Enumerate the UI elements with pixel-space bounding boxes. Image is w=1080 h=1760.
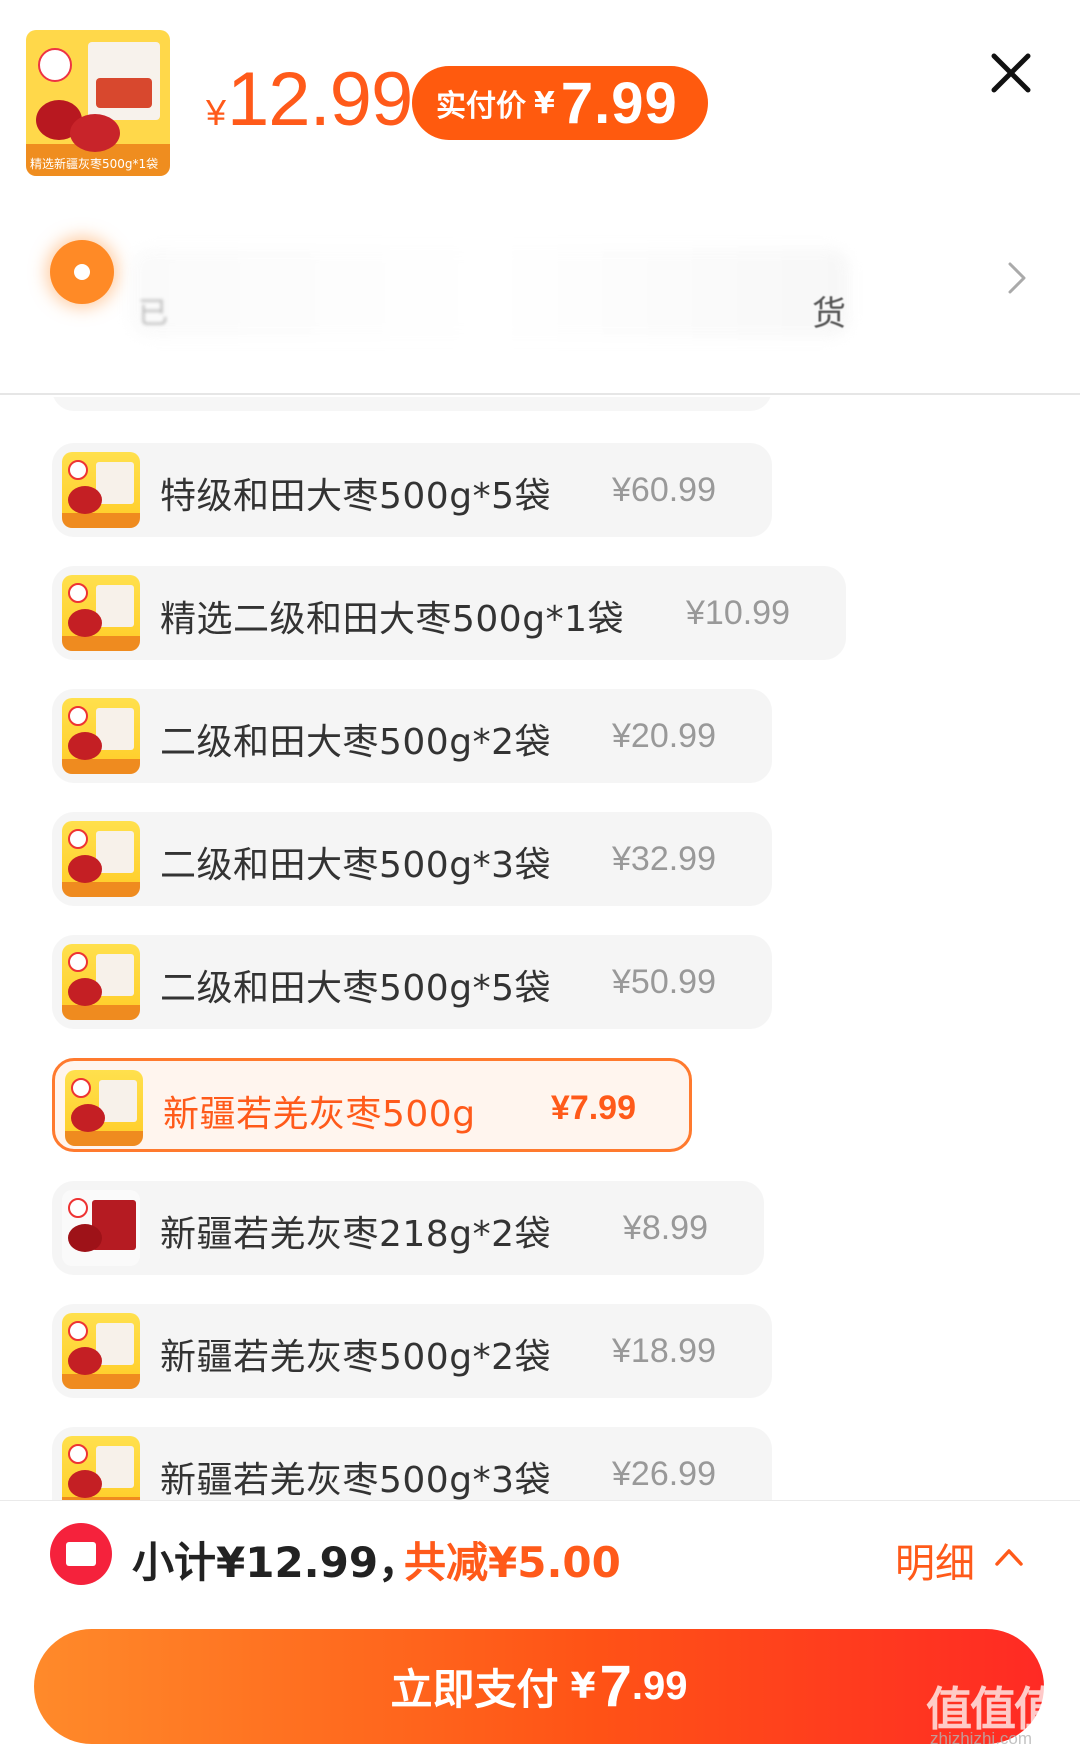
sku-option-name: 新疆若羌灰枣218g*2袋 — [160, 1214, 551, 1255]
sku-option-thumbnail — [62, 1190, 140, 1266]
sku-option[interactable]: 二级和田大枣500g*2袋 ¥20.99 — [52, 689, 772, 783]
sku-option-thumbnail — [62, 821, 140, 897]
subtotal-text: 小计¥12.99， — [132, 1538, 421, 1587]
promo-text-right: 货 — [812, 294, 846, 334]
sku-option-price: ¥26.99 — [612, 1455, 716, 1493]
sku-option-thumbnail — [62, 1436, 140, 1500]
close-icon[interactable] — [988, 50, 1034, 96]
sku-option-thumbnail — [65, 1070, 143, 1146]
sku-option[interactable]: 新疆若羌灰枣500g*2袋 ¥18.99 — [52, 1304, 772, 1398]
sku-option-thumbnail — [62, 944, 140, 1020]
thumbnail-part — [68, 609, 102, 637]
watermark-url: zhizhizhi.com — [930, 1729, 1033, 1748]
pay-now-label: 立即支付 — [390, 1665, 559, 1714]
thumbnail-part — [68, 486, 102, 514]
thumbnail-part — [68, 1224, 102, 1252]
actual-pay-currency: ¥ — [534, 85, 555, 121]
sku-option-list[interactable]: 特级和田大枣500g*5袋 ¥60.99 精选二级和田大枣500g*1袋 ¥10.99… — [18, 397, 1062, 1500]
chevron-up-icon[interactable] — [992, 1545, 1026, 1569]
thumbnail-part — [71, 1078, 91, 1098]
thumbnail-part — [68, 732, 102, 760]
price-value: 12.99 — [227, 57, 413, 142]
promo-icon — [50, 240, 114, 304]
chevron-right-icon[interactable] — [1002, 258, 1032, 298]
sku-option-thumbnail — [62, 1313, 140, 1389]
coupon-icon — [50, 1523, 112, 1585]
promo-text-left: 已 — [138, 296, 168, 331]
sku-option-thumbnail — [62, 575, 140, 651]
saving-text: 共减¥5.00 — [404, 1538, 621, 1587]
sku-option-price: ¥8.99 — [622, 1209, 708, 1247]
thumbnail-part — [68, 1321, 88, 1341]
actual-pay-value: 7.99 — [560, 70, 678, 136]
thumbnail-part — [68, 952, 88, 972]
price-currency: ¥ — [206, 92, 226, 133]
sku-option-name: 新疆若羌灰枣500g*2袋 — [160, 1337, 551, 1378]
thumbnail-part — [68, 1347, 102, 1375]
thumbnail-part — [68, 706, 88, 726]
sku-option[interactable]: 新疆若羌灰枣218g*2袋 ¥8.99 — [52, 1181, 764, 1275]
checkout-footer: 小计¥12.99， 共减¥5.00 明细 立即支付 ¥ 7 .99 值值值 zh… — [0, 1500, 1080, 1760]
sku-option-name: 二级和田大枣500g*3袋 — [160, 845, 551, 886]
thumbnail-part — [68, 978, 102, 1006]
sku-option[interactable]: 精选二级和田大枣500g*1袋 ¥10.99 — [52, 566, 846, 660]
sku-option-price: ¥20.99 — [612, 717, 716, 755]
sku-option[interactable]: 新疆若羌灰枣500g*3袋 ¥26.99 — [52, 1427, 772, 1500]
sku-option-selected[interactable]: 新疆若羌灰枣500g ¥7.99 — [52, 1058, 692, 1152]
thumbnail-part — [71, 1104, 105, 1132]
original-price: ¥12.99 — [206, 62, 413, 138]
sku-option-price: ¥50.99 — [612, 963, 716, 1001]
pay-amount-integer: 7 — [599, 1654, 632, 1719]
sku-option-name: 特级和田大枣500g*5袋 — [160, 476, 551, 517]
sku-header: 精选新疆灰枣500g*1袋 ¥12.99 实付价 ¥ 7.99 已 货 — [0, 0, 1080, 395]
thumbnail-part — [68, 1444, 88, 1464]
sku-option-thumbnail — [62, 698, 140, 774]
thumbnail-part — [68, 1470, 102, 1498]
sku-option-thumbnail — [62, 452, 140, 528]
sku-option-price: ¥32.99 — [612, 840, 716, 878]
jujube-image — [70, 114, 120, 152]
sku-option-name: 二级和田大枣500g*5袋 — [160, 968, 551, 1009]
actual-pay-label: 实付价 — [436, 89, 526, 124]
thumbnail-part — [68, 583, 88, 603]
sku-option-price: ¥7.99 — [550, 1089, 636, 1127]
sku-option[interactable]: 二级和田大枣500g*5袋 ¥50.99 — [52, 935, 772, 1029]
pay-currency: ¥ — [570, 1666, 596, 1707]
sku-option-name: 二级和田大枣500g*2袋 — [160, 722, 551, 763]
thumbnail-part — [68, 460, 88, 480]
thumbnail-part — [68, 829, 88, 849]
promo-blurred-area — [130, 248, 850, 338]
thumbnail-part — [68, 1198, 88, 1218]
detail-link[interactable]: 明细 — [895, 1531, 975, 1589]
thumbnail-caption: 精选新疆灰枣500g*1袋 — [30, 157, 159, 171]
sku-option[interactable]: 二级和田大枣500g*3袋 ¥32.99 — [52, 812, 772, 906]
pay-now-button[interactable]: 立即支付 ¥ 7 .99 — [34, 1629, 1044, 1744]
sku-option-name: 精选二级和田大枣500g*1袋 — [160, 599, 624, 640]
bag-count-badge — [38, 48, 72, 82]
pay-amount-decimal: .99 — [631, 1664, 688, 1708]
actual-pay-pill: 实付价 ¥ 7.99 — [412, 66, 708, 140]
thumbnail-part — [68, 855, 102, 883]
sku-option-price: ¥60.99 — [612, 471, 716, 509]
sku-option-name: 新疆若羌灰枣500g — [163, 1094, 476, 1135]
sku-option-price: ¥18.99 — [612, 1332, 716, 1370]
product-thumbnail: 精选新疆灰枣500g*1袋 — [26, 30, 170, 176]
package-image — [88, 42, 160, 120]
sku-option-partial[interactable] — [52, 397, 772, 411]
promo-banner[interactable]: 已 货 — [0, 228, 1080, 348]
sku-option-name: 新疆若羌灰枣500g*3袋 — [160, 1460, 551, 1500]
sku-option-price: ¥10.99 — [686, 594, 790, 632]
sku-option[interactable]: 特级和田大枣500g*5袋 ¥60.99 — [52, 443, 772, 537]
